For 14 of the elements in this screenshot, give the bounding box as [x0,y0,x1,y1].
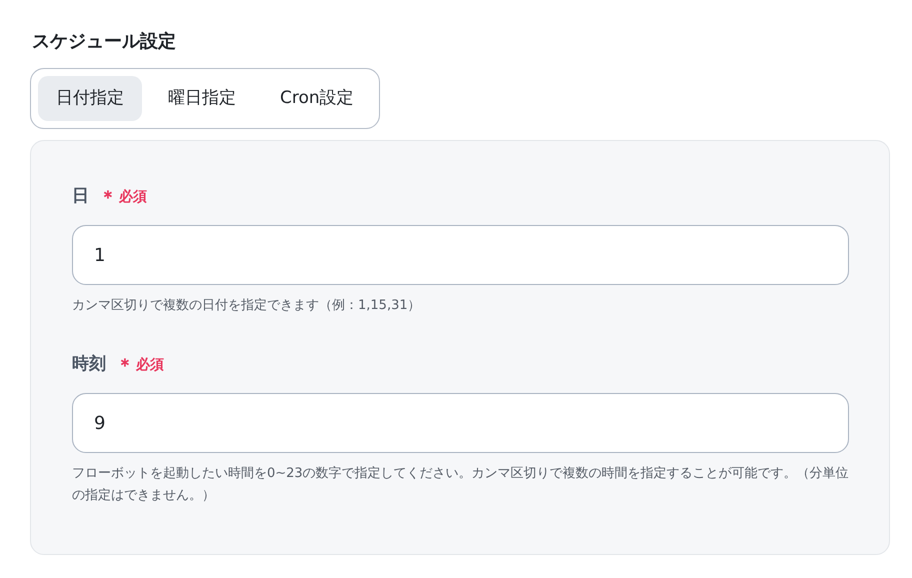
field-hint: フローボットを起動したい時間を0~23の数字で指定してください。カンマ区切りで複数の時間を指定することが可能です。（分単位の指定はできません。） [72,465,850,505]
field-label: 日 [72,185,89,208]
required-label: 必須 [136,356,164,374]
required-label: 必須 [119,188,147,206]
required-asterisk: ＊ [99,186,117,210]
section-title: スケジュール設定 [32,30,177,54]
input-field[interactable]: 9 [72,393,849,453]
field-label: 時刻 [72,353,106,376]
input-field[interactable]: 1 [72,225,849,285]
tab[interactable]: 日付指定 [38,76,142,121]
required-asterisk: ＊ [116,354,134,378]
field-hint: カンマ区切りで複数の日付を指定できます（例：1,15,31） [72,297,422,315]
tab[interactable]: 曜日指定 [150,76,254,121]
tab[interactable]: Cron設定 [262,76,372,121]
